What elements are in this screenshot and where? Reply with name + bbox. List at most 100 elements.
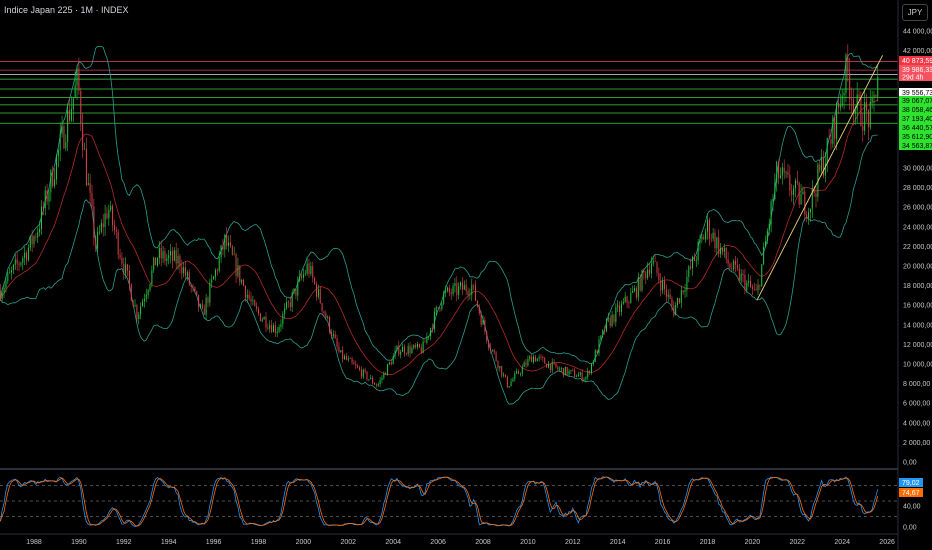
- candle-body: [469, 294, 471, 296]
- candle-body: [744, 275, 746, 291]
- candle-body: [162, 251, 164, 259]
- candle-body: [329, 316, 331, 333]
- candle-body: [692, 256, 694, 269]
- candle-body: [437, 307, 439, 308]
- candle-body: [349, 358, 351, 360]
- price-tick-label: 30 000,00: [903, 166, 932, 173]
- candle-body: [211, 279, 213, 283]
- candle-body: [851, 98, 853, 100]
- candle-body: [727, 259, 729, 264]
- candle-body: [207, 297, 209, 303]
- candle-body: [624, 296, 626, 302]
- candle-body: [366, 371, 368, 380]
- candle-body: [226, 234, 228, 246]
- candle-body: [686, 276, 688, 291]
- candle-body: [422, 341, 424, 353]
- candle-body: [652, 261, 654, 264]
- candle-body: [710, 238, 712, 240]
- candle-body: [841, 95, 843, 106]
- candle-body: [656, 261, 658, 273]
- price-tick-label: 10 000,00: [903, 362, 932, 369]
- candle-body: [602, 329, 604, 336]
- stoch-k-line: [0, 476, 879, 527]
- candle-body: [190, 284, 192, 287]
- year-tick-label: 2000: [296, 539, 312, 546]
- candle-body: [235, 254, 237, 277]
- candle-body: [491, 349, 493, 351]
- candle-body: [503, 374, 505, 376]
- time-axis[interactable]: 1988 1990 1992 1994 1996 1998 2000 2002 2004 2006…: [26, 539, 895, 546]
- candle-body: [506, 376, 508, 388]
- candle-body: [828, 138, 830, 140]
- candle-body: [97, 231, 99, 249]
- candle-body: [736, 264, 738, 268]
- candle-body: [847, 54, 849, 73]
- candle-body: [413, 344, 415, 348]
- candle-body: [714, 232, 716, 249]
- candle-body: [465, 284, 467, 292]
- candle-body: [220, 245, 222, 258]
- candle-body: [424, 341, 426, 343]
- candle-body: [267, 327, 269, 329]
- candle-body: [435, 307, 437, 312]
- candle-body: [54, 179, 56, 187]
- level-price-label: 40 873,59: [902, 58, 932, 65]
- candle-body: [272, 325, 274, 333]
- candle-body: [796, 180, 798, 183]
- candle-body: [364, 369, 366, 372]
- candle-body: [821, 158, 823, 171]
- year-tick-label: 2010: [520, 539, 536, 546]
- candle-body: [712, 232, 714, 239]
- candle-body: [770, 201, 772, 224]
- candle-body: [473, 284, 475, 286]
- year-tick-label: 2022: [790, 539, 806, 546]
- candle-body: [634, 287, 636, 292]
- candle-body: [325, 313, 327, 318]
- candle-body: [529, 356, 531, 360]
- candle-body: [454, 283, 456, 286]
- candle-body: [123, 263, 125, 274]
- candle-body: [183, 267, 185, 274]
- candle-body: [248, 294, 250, 299]
- year-tick-label: 2004: [385, 539, 401, 546]
- year-tick-label: 1992: [116, 539, 132, 546]
- candle-body: [241, 280, 243, 283]
- candle-body: [216, 269, 218, 271]
- price-chart[interactable]: 44 000,00 42 000,00 30 000,00 28 000,00 26 0…: [0, 0, 932, 550]
- candle-body: [864, 101, 866, 131]
- candle-body: [596, 350, 598, 354]
- candle-body: [669, 294, 671, 299]
- candle-body: [360, 369, 362, 377]
- candle-body: [317, 289, 319, 297]
- price-tick-label: 28 000,00: [903, 185, 932, 192]
- candle-body: [40, 206, 42, 230]
- candle-body: [806, 215, 808, 218]
- stoch-d-value: 74,67: [902, 490, 920, 497]
- candle-body: [72, 97, 74, 109]
- candle-body: [783, 167, 785, 173]
- candle-body: [5, 281, 7, 288]
- price-tick-label: 4 000,00: [903, 420, 930, 427]
- candle-body: [822, 158, 824, 176]
- candle-body: [304, 273, 306, 275]
- candle-body: [315, 283, 317, 297]
- candle-body: [344, 356, 346, 359]
- candle-body: [233, 254, 235, 256]
- candle-body: [501, 366, 503, 376]
- candle-body: [16, 259, 18, 264]
- candle-body: [523, 362, 525, 367]
- bollinger-basis-line: [0, 99, 878, 375]
- price-tick-label: 20 000,00: [903, 264, 932, 271]
- candle-body: [46, 190, 48, 202]
- candle-body: [591, 363, 593, 374]
- candle-body: [76, 68, 78, 86]
- candle-body: [587, 370, 589, 378]
- candle-body: [660, 280, 662, 291]
- candle-body: [24, 252, 26, 259]
- trendline[interactable]: [756, 55, 884, 301]
- candle-body: [213, 276, 215, 280]
- candle-body: [26, 252, 28, 261]
- candle-body: [12, 264, 14, 271]
- candle-body: [781, 167, 783, 176]
- candle-body: [357, 365, 359, 368]
